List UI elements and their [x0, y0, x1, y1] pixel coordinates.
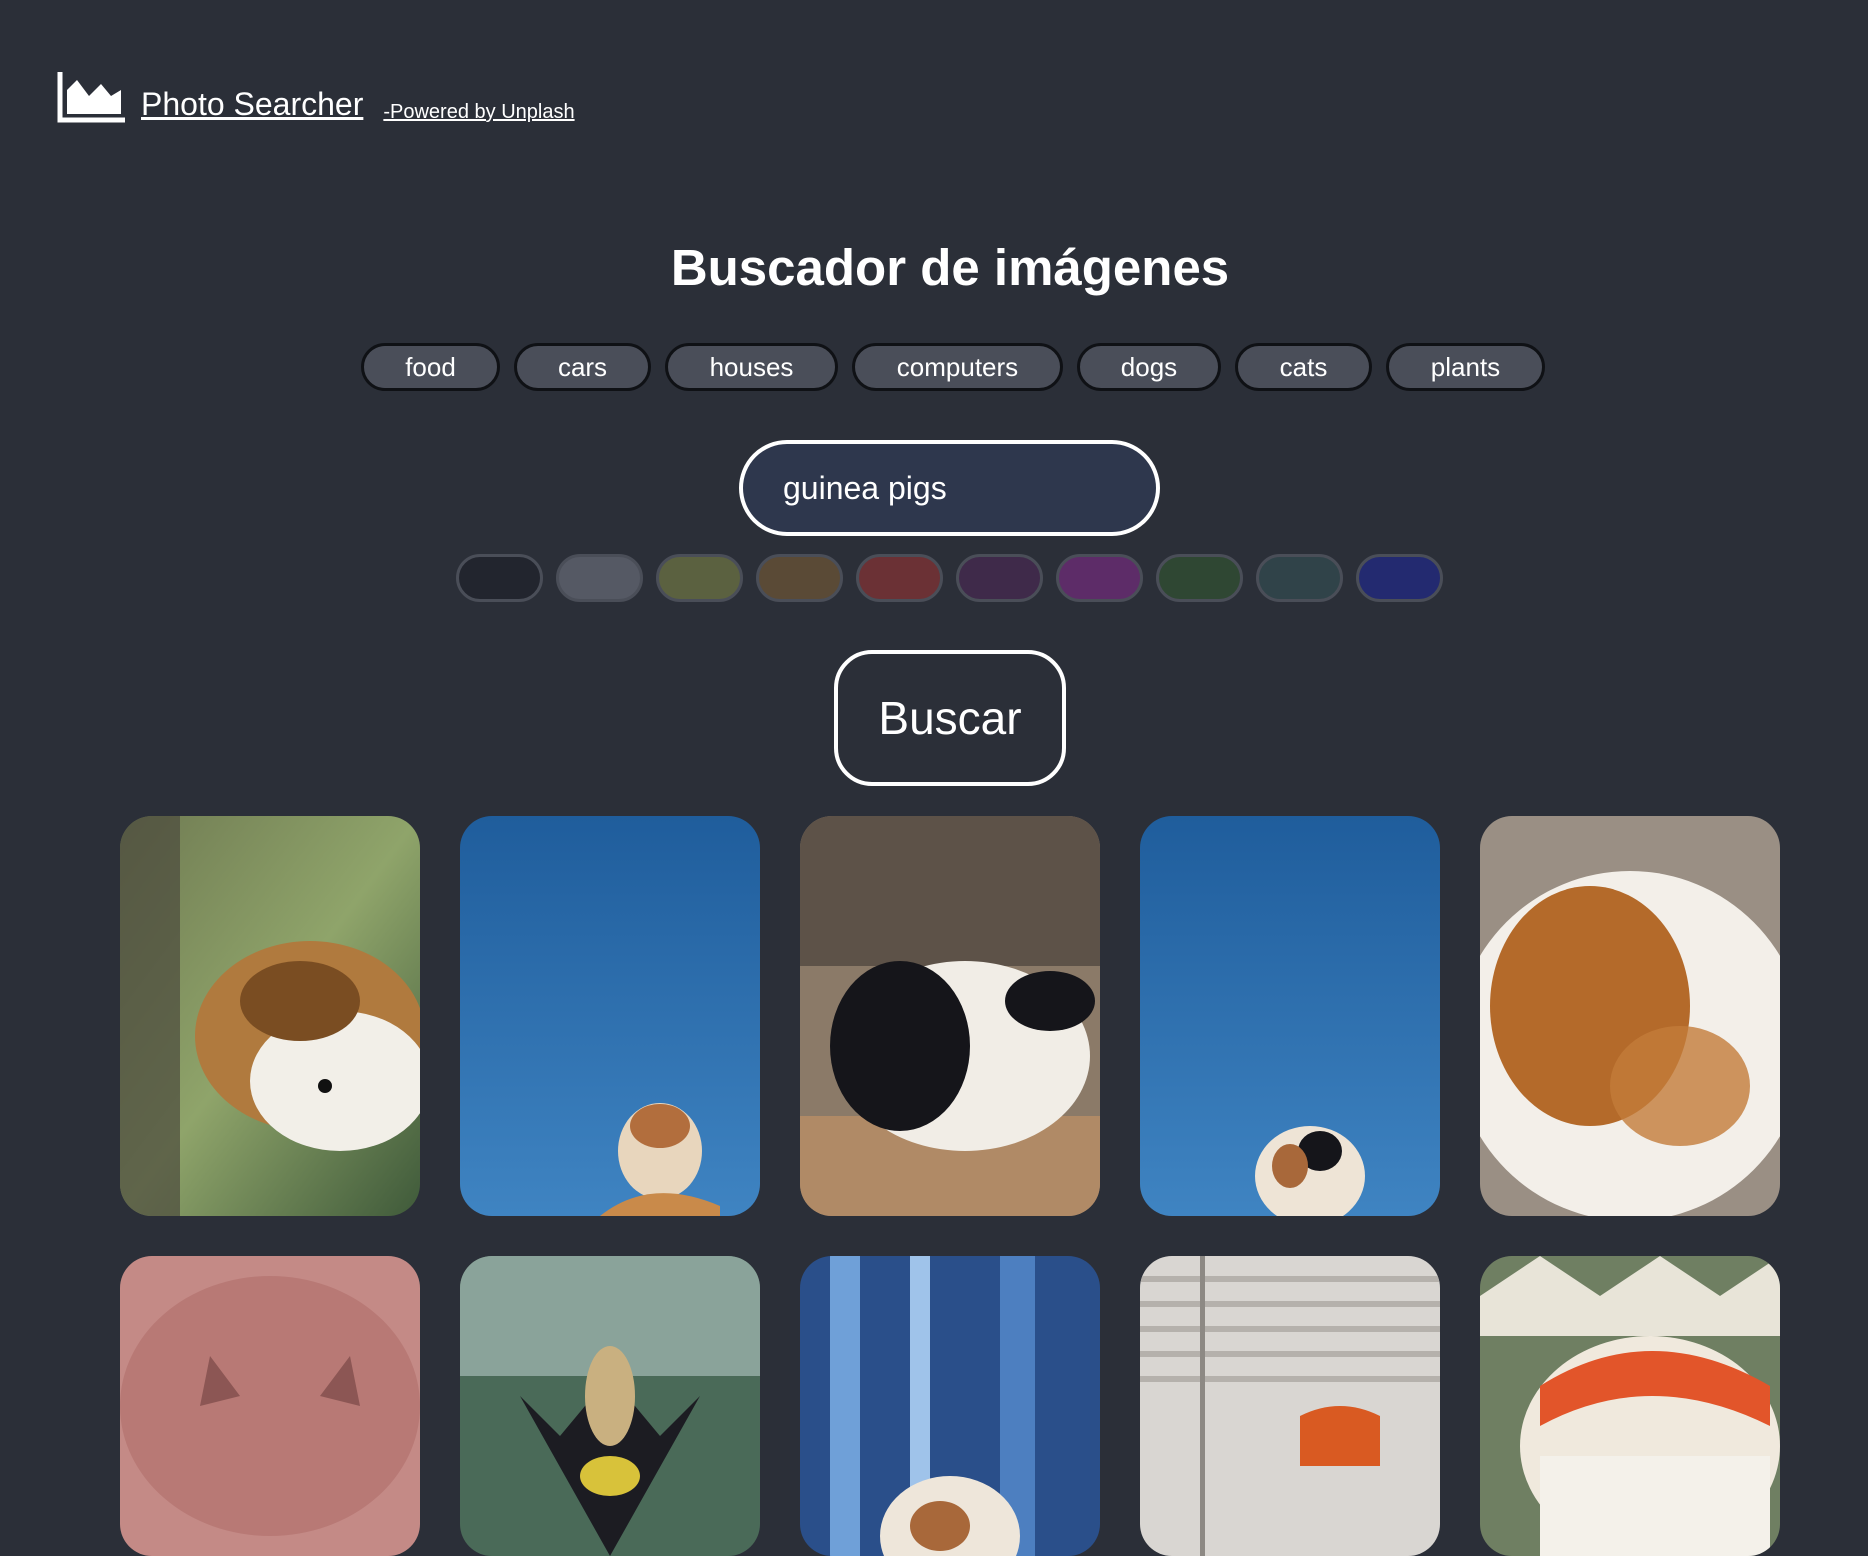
color-swatch-dark-purple[interactable]: [956, 554, 1043, 602]
result-photo[interactable]: [800, 1256, 1100, 1556]
category-plants[interactable]: plants: [1386, 343, 1545, 391]
color-swatch-gray[interactable]: [556, 554, 643, 602]
result-photo[interactable]: [120, 816, 420, 1216]
result-photo[interactable]: [120, 1256, 420, 1556]
color-swatch-green[interactable]: [1156, 554, 1243, 602]
result-photo[interactable]: [800, 816, 1100, 1216]
category-cars[interactable]: cars: [514, 343, 651, 391]
search-input[interactable]: [739, 440, 1160, 536]
color-swatch-black[interactable]: [456, 554, 543, 602]
site-title-link[interactable]: Photo Searcher: [141, 88, 363, 124]
result-photo[interactable]: [1140, 1256, 1440, 1556]
result-photo[interactable]: [460, 816, 760, 1216]
powered-by-link[interactable]: -Powered by Unplash: [383, 102, 574, 124]
result-photo[interactable]: [460, 1256, 760, 1556]
category-pills: food cars houses computers dogs cats pla…: [361, 343, 1545, 391]
category-food[interactable]: food: [361, 343, 500, 391]
site-header: Photo Searcher -Powered by Unplash: [57, 68, 575, 124]
search-button[interactable]: Buscar: [834, 650, 1066, 786]
category-houses[interactable]: houses: [665, 343, 838, 391]
color-swatch-purple[interactable]: [1056, 554, 1143, 602]
page-title: Buscador de imágenes: [670, 239, 1230, 296]
mountain-chart-icon[interactable]: [57, 70, 127, 124]
color-swatch-blue[interactable]: [1356, 554, 1443, 602]
color-swatch-brown[interactable]: [756, 554, 843, 602]
color-filters: [456, 554, 1443, 602]
result-photo[interactable]: [1480, 816, 1780, 1216]
color-swatch-teal[interactable]: [1256, 554, 1343, 602]
color-swatch-red[interactable]: [856, 554, 943, 602]
category-computers[interactable]: computers: [852, 343, 1063, 391]
result-photo[interactable]: [1140, 816, 1440, 1216]
result-photo[interactable]: [1480, 1256, 1780, 1556]
color-swatch-olive[interactable]: [656, 554, 743, 602]
category-dogs[interactable]: dogs: [1077, 343, 1221, 391]
category-cats[interactable]: cats: [1235, 343, 1372, 391]
